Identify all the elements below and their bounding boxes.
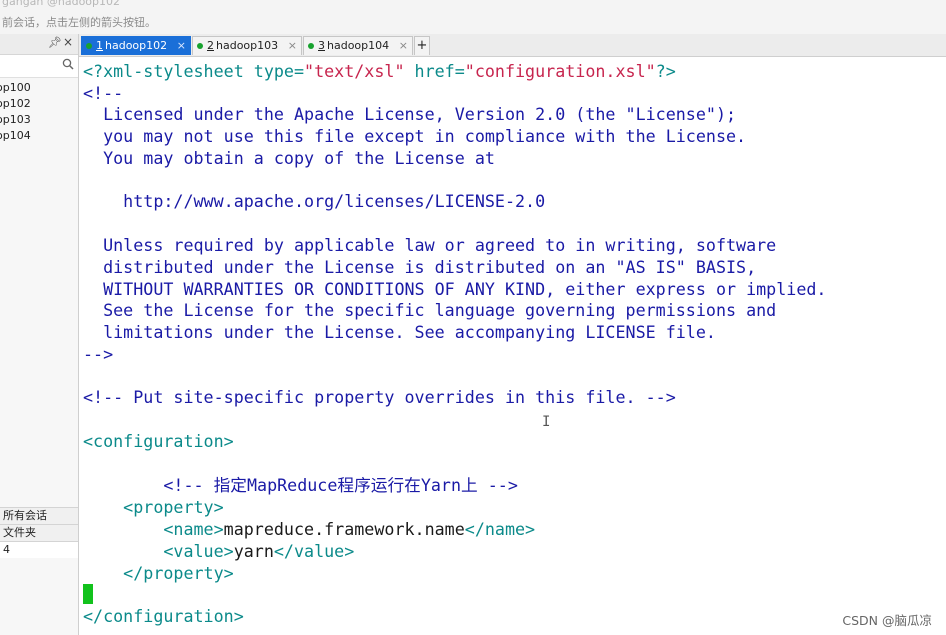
mouse-ibeam-icon: I xyxy=(542,414,551,430)
session-item-hadoop103[interactable]: op103 xyxy=(0,112,78,128)
tab-label: hadoop103 xyxy=(216,39,279,52)
attr-href-value: "configuration.xsl" xyxy=(464,61,656,81)
code-line-20: </configuration> xyxy=(83,606,244,626)
attr-type: type= xyxy=(253,61,305,81)
session-item-hadoop100[interactable]: op100 xyxy=(0,80,78,96)
attr-type-value: "text/xsl" xyxy=(304,61,405,81)
tab-close-icon[interactable]: × xyxy=(288,37,297,55)
code-line-9: WITHOUT WARRANTIES OR CONDITIONS OF ANY … xyxy=(83,279,827,299)
code-line-19: </property> xyxy=(83,563,234,583)
tab-close-icon[interactable]: × xyxy=(399,37,408,55)
new-tab-button[interactable]: + xyxy=(414,36,430,55)
pi-close: ?> xyxy=(655,61,676,81)
tab-hadoop104[interactable]: 3 hadoop104 × xyxy=(303,36,413,55)
code-line-7: Unless required by applicable law or agr… xyxy=(83,235,777,255)
code-line-1: <?xml-stylesheet type="text/xsl" href="c… xyxy=(83,61,676,81)
code-line-4: you may not use this file except in comp… xyxy=(83,126,747,146)
session-list: op100 op102 op103 op104 xyxy=(0,78,78,144)
code-line-17: <name>mapreduce.framework.name</name> xyxy=(83,519,535,539)
sidebar-info-panel: 所有会话 文件夹 4 xyxy=(0,507,78,558)
value-open-tag: <value> xyxy=(83,541,234,561)
top-bar: gangan @hadoop102 前会话，点击左侧的箭头按钮。 xyxy=(0,0,946,35)
session-item-hadoop102[interactable]: op102 xyxy=(0,96,78,112)
session-tab-bar: 1 hadoop102 × 2 hadoop103 × 3 hadoop104 … xyxy=(79,34,946,57)
csdn-watermark: CSDN @脑瓜凉 xyxy=(842,613,932,628)
session-search[interactable] xyxy=(0,55,78,78)
code-line-2: <!-- xyxy=(83,83,124,103)
sidebar-header: 📌︎ × xyxy=(0,34,78,55)
tab-number: 3 xyxy=(318,39,325,52)
all-sessions-label[interactable]: 所有会话 xyxy=(0,507,78,524)
name-open-tag: <name> xyxy=(83,519,224,539)
session-sidebar: 📌︎ × op100 op102 op103 op104 所有会话 文件夹 4 xyxy=(0,34,79,635)
top-bar-ghost-text: gangan @hadoop102 xyxy=(2,0,121,8)
tab-label: hadoop104 xyxy=(327,39,390,52)
session-tip: 前会话，点击左侧的箭头按钮。 xyxy=(2,16,156,29)
code-line-6: http://www.apache.org/licenses/LICENSE-2… xyxy=(83,191,546,211)
code-line-3: Licensed under the Apache License, Versi… xyxy=(83,104,737,124)
tab-hadoop102[interactable]: 1 hadoop102 × xyxy=(81,36,191,55)
connected-status-icon xyxy=(86,43,92,49)
text-cursor xyxy=(83,584,93,604)
folder-count: 4 xyxy=(0,541,78,558)
attr-href: href= xyxy=(404,61,465,81)
value-value: yarn xyxy=(233,541,274,561)
tab-close-icon[interactable]: × xyxy=(177,37,186,55)
terminal-editor[interactable]: <?xml-stylesheet type="text/xsl" href="c… xyxy=(79,57,946,635)
code-line-8: distributed under the License is distrib… xyxy=(83,257,757,277)
code-line-12: --> xyxy=(83,344,114,364)
folder-label: 文件夹 xyxy=(0,524,78,541)
session-item-hadoop104[interactable]: op104 xyxy=(0,128,78,144)
code-line-11: limitations under the License. See accom… xyxy=(83,322,716,342)
name-value: mapreduce.framework.name xyxy=(223,519,465,539)
code-line-5: You may obtain a copy of the License at xyxy=(83,148,495,168)
value-close-tag: </value> xyxy=(273,541,355,561)
tab-number: 1 xyxy=(96,39,103,52)
code-line-13: <!-- Put site-specific property override… xyxy=(83,387,676,407)
connected-status-icon xyxy=(308,43,314,49)
tab-label: hadoop102 xyxy=(105,39,168,52)
pin-icon[interactable]: 📌︎ xyxy=(48,36,62,49)
code-line-16: <property> xyxy=(83,497,224,517)
pi-open: <?xml-stylesheet xyxy=(83,61,254,81)
connected-status-icon xyxy=(197,43,203,49)
code-line-18: <value>yarn</value> xyxy=(83,541,354,561)
close-icon[interactable]: × xyxy=(63,35,73,49)
code-line-10: See the License for the specific languag… xyxy=(83,300,777,320)
tab-hadoop103[interactable]: 2 hadoop103 × xyxy=(192,36,302,55)
code-line-15: <!-- 指定MapReduce程序运行在Yarn上 --> xyxy=(83,475,518,495)
search-icon[interactable] xyxy=(62,58,74,70)
tab-number: 2 xyxy=(207,39,214,52)
code-line-14: <configuration> xyxy=(83,431,234,451)
name-close-tag: </name> xyxy=(464,519,536,539)
